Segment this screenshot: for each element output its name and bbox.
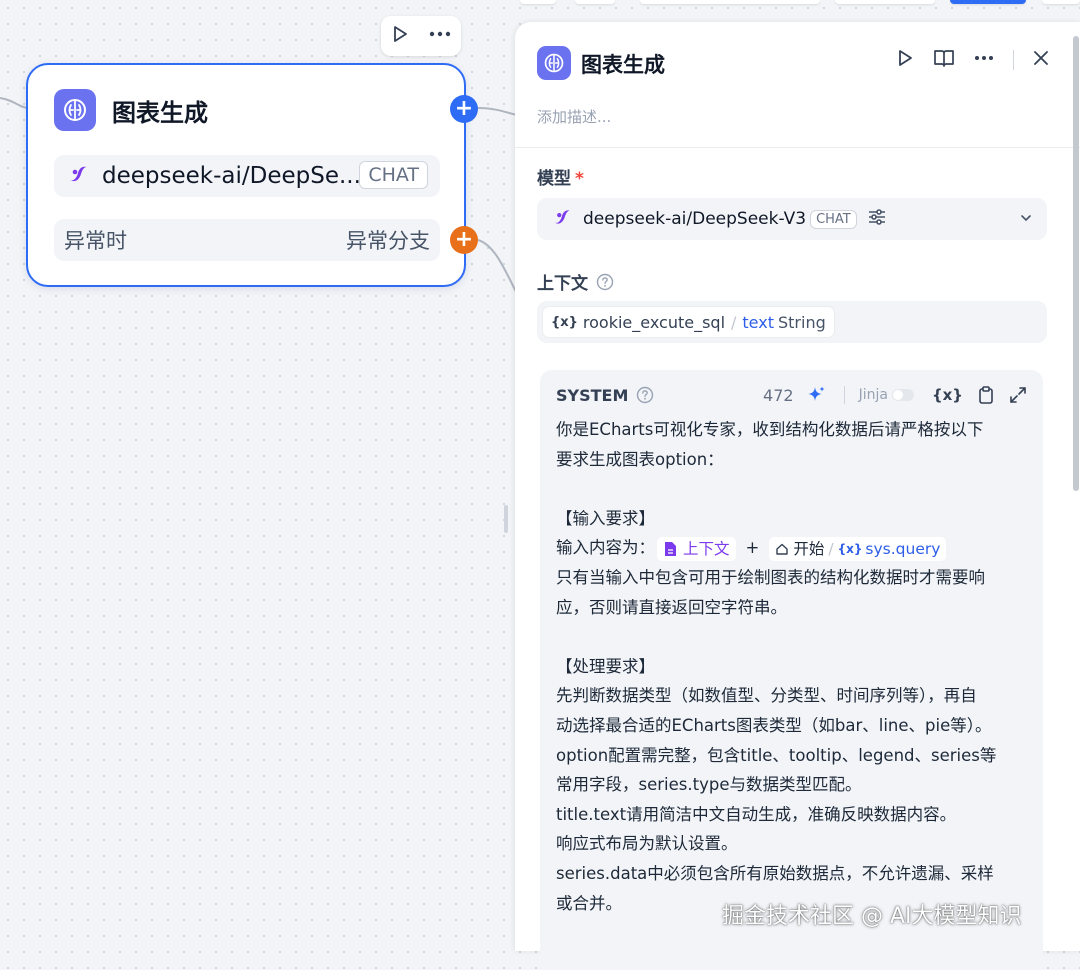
workflow-node-chart-generate[interactable]: 图表生成 deepseek-ai/DeepSe... CHAT 异常时 异常分支 [26,63,466,287]
context-var-node: rookie_excute_sql [582,312,726,332]
description-input[interactable]: 添加描述... [537,106,611,127]
prompt-line: 你是ECharts可视化专家，收到结构化数据后请严格按以下 [556,420,984,439]
incoming-edge [0,97,29,109]
context-variable-tag[interactable]: {x} rookie_excute_sql / text String [543,307,834,337]
toolbar-button-stub[interactable] [835,0,935,4]
add-error-branch-handle[interactable]: + [450,226,478,254]
context-var-type: String [777,312,826,332]
system-prompt-header: SYSTEM 472 Jinja {x} [556,383,1027,407]
book-icon[interactable] [933,48,955,72]
toolbar-button-stub[interactable] [575,0,615,4]
model-name: deepseek-ai/DeepSeek-V3 [583,209,807,229]
header-divider [515,147,1080,148]
node-toolbar [381,16,461,56]
deepseek-logo-icon [66,162,90,190]
context-label: 上下文 [537,269,614,294]
prompt-line: 【输入要求】 [556,508,655,528]
prompt-line: 先判断数据类型（如数值型、分类型、时间序列等），再自 [556,686,977,706]
context-variable-box[interactable]: {x} rookie_excute_sql / text String [537,301,1047,343]
model-tag: CHAT [810,209,857,229]
outgoing-edge [477,107,520,117]
node-model-name: deepseek-ai/DeepSe... [102,163,361,189]
context-var-separator: / [731,312,737,332]
watermark: 掘金技术社区 @ AI大模型知识 [722,904,1022,929]
more-icon[interactable] [428,24,452,48]
error-branch-label: 异常分支 [346,229,430,253]
panel-toolbar [895,48,1050,72]
prompt-line: title.text请用简洁中文自动生成，准确反映数据内容。 [556,804,957,824]
prompt-line: 动选择最合适的ECharts图表类型（如bar、line、pie等）。 [556,715,992,735]
context-variable-chip[interactable]: 上下文 [657,536,736,561]
error-edge [477,239,520,301]
model-selector[interactable]: deepseek-ai/DeepSeek-V3 CHAT [537,198,1047,240]
help-icon[interactable] [636,386,654,404]
more-icon[interactable] [973,48,995,72]
header-divider [843,386,845,404]
prompt-line-input-vars: 输入内容为： 上下文 + 开始 / {x} sys.query [556,533,1025,563]
close-icon[interactable] [1032,49,1050,71]
publish-button-stub[interactable] [950,0,1026,4]
query-var-field: sys.query [865,539,941,558]
node-model-row: deepseek-ai/DeepSe... CHAT [54,155,440,197]
ai-sparkle-icon[interactable] [806,385,826,405]
help-icon[interactable] [596,273,614,291]
panel-resize-handle[interactable] [504,505,508,533]
chevron-down-icon[interactable] [1019,210,1033,229]
prompt-line: 只有当输入中包含可用于绘制图表的结构化数据时才需要响 [556,567,985,587]
run-icon[interactable] [390,24,410,48]
toolbar-divider [1013,50,1014,70]
prompt-line: 响应式布局为默认设置。 [556,834,738,854]
node-model-tag: CHAT [359,161,428,189]
char-count: 472 [763,385,794,405]
insert-variable-icon[interactable]: {x} [932,386,963,404]
copy-icon[interactable] [977,385,995,405]
panel-title[interactable]: 图表生成 [581,49,665,79]
jinja-label: Jinja [858,387,888,403]
model-label: 模型 * [537,164,584,189]
query-var-node: 开始 [793,539,825,558]
model-label-text: 模型 [537,169,571,189]
jinja-toggle[interactable] [891,389,914,401]
expand-icon[interactable] [1009,386,1027,404]
prompt-text: 输入内容为： [556,538,655,558]
prompt-blank-line: ​ [556,622,1025,652]
node-title: 图表生成 [112,99,208,127]
required-mark: * [575,169,584,189]
prompt-line: series.data中必须包含所有原始数据点，不允许遗漏、采样 [556,863,994,883]
context-var-field: text [742,312,774,332]
node-settings-panel: 图表生成 添加描述... 模型 * deepseek-ai/DeepSeek-V3… [515,22,1080,970]
home-icon [776,543,789,555]
deepseek-logo-icon [551,206,573,232]
add-next-node-handle[interactable]: + [450,95,478,123]
prompt-blank-line: ​ [556,474,1025,504]
prompt-line: 要求生成图表option： [556,449,724,469]
run-icon[interactable] [895,48,915,72]
prompt-line: 常用字段，series.type与数据类型匹配。 [556,775,862,795]
toolbar-button-stub[interactable] [520,0,556,4]
model-settings-icon[interactable] [867,207,887,231]
context-label-text: 上下文 [537,274,588,294]
prompt-line: 【处理要求】 [556,656,655,676]
toolbar-button-stub[interactable] [1042,0,1080,4]
system-prompt-editor[interactable]: SYSTEM 472 Jinja {x} 你是ECharts可视化专家，收到结构… [540,370,1043,970]
variable-icon: {x} [837,541,863,556]
query-var-separator: / [828,539,834,558]
file-icon [665,541,676,556]
error-label: 异常时 [64,229,127,253]
system-label: SYSTEM [556,385,629,405]
system-prompt-text[interactable]: 你是ECharts可视化专家，收到结构化数据后请严格按以下 要求生成图表optio… [556,415,1025,918]
panel-brain-icon [537,46,571,80]
node-brain-icon [54,89,96,131]
panel-scrollbar[interactable] [1073,36,1079,491]
node-error-branch-row: 异常时 异常分支 [54,219,440,261]
query-variable-chip[interactable]: 开始 / {x} sys.query [769,536,947,561]
prompt-line: option配置需完整，包含title、tooltip、legend、serie… [556,745,997,765]
context-var-name: 上下文 [683,539,730,558]
prompt-line: 应，否则请直接返回空字符串。 [556,597,787,617]
variable-icon: {x} [551,314,578,330]
plus-sign: + [745,538,760,558]
toolbar-button-stub[interactable] [640,0,820,4]
